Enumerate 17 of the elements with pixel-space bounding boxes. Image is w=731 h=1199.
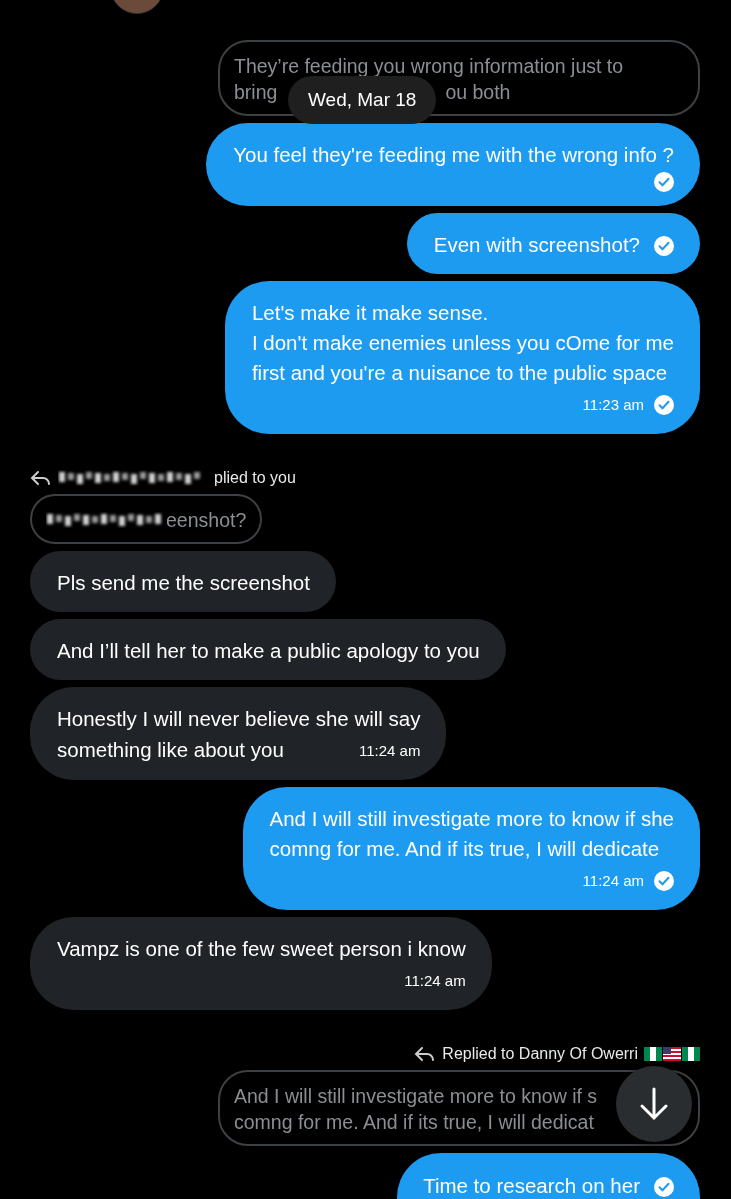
quoted-message: eenshot?: [30, 494, 263, 544]
received-message: And I’ll tell her to make a public apology to you: [30, 619, 506, 680]
message-time: 11:24 am: [404, 971, 466, 991]
sent-message: You feel they're feeding me with the wrong info ?: [206, 123, 700, 206]
sent-message: And I will still investigate more to know if she comng for me. And if its true, I will dedicate 11:24 am: [242, 787, 700, 910]
received-message: Honestly I will never believe she will say something like about you 11:24 am: [30, 687, 447, 780]
date-label: Wed, Mar 18: [288, 76, 437, 124]
sent-message: Time to research on her: [397, 1153, 700, 1199]
message-time: 11:24 am: [359, 741, 421, 761]
message-time: 11:23 am: [582, 395, 644, 415]
reply-label: plied to you: [214, 469, 296, 487]
sent-message: Even with screenshot?: [406, 213, 700, 274]
message-time: 11:24 am: [582, 871, 644, 891]
reply-label: Replied to Danny Of Owerri: [442, 1045, 638, 1063]
received-message: Vampz is one of the few sweet person i know 11:24 am: [30, 917, 492, 1010]
sent-message: Let's make it make sense. I don't make enemies unless you cOme for me first and you're a nuisance to the public space 11:23 am: [224, 281, 700, 434]
received-message: Pls send me the screenshot: [30, 551, 336, 612]
